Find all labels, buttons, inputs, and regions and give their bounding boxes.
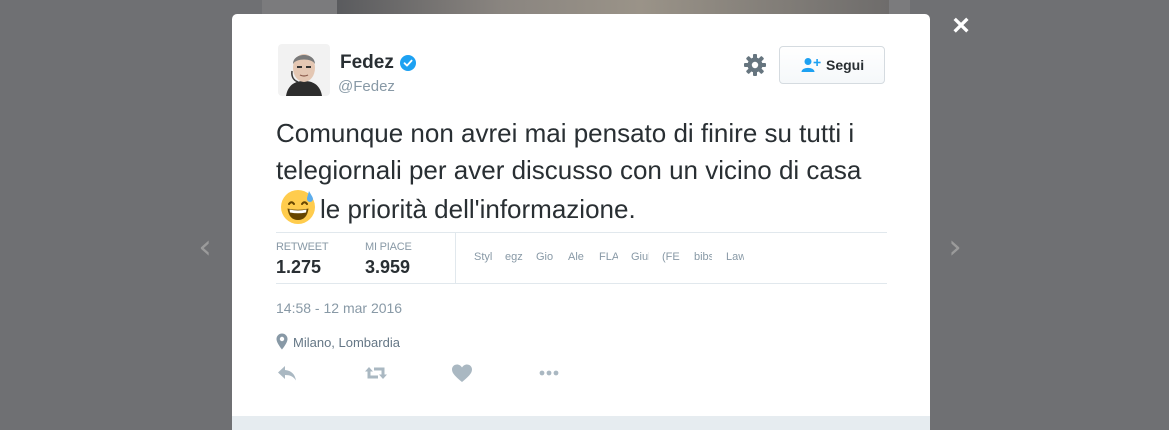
chevron-left-icon[interactable]: ‹ [194,229,216,265]
stats-divider-vertical [455,233,456,283]
liker-item[interactable]: Ale [568,251,586,263]
retweet-stat-count[interactable]: 1.275 [276,257,321,278]
tweet-modal: Fedez @Fedez Segui Comunque non avrei ma… [232,14,930,430]
follow-button[interactable]: Segui [779,46,885,84]
close-icon[interactable]: × [947,11,975,41]
stats-divider-bottom [276,283,887,284]
liker-item[interactable]: Styl [474,251,492,263]
liker-item[interactable]: Giul [631,251,649,263]
heart-icon[interactable] [450,362,474,384]
user-name[interactable]: Fedez [340,52,394,74]
likers-list: Styl egz Gio Ale FLA Giul (FE bibs Law [474,251,884,267]
liker-item[interactable]: Gio [536,251,554,263]
tweet-location[interactable]: Milano, Lombardia [293,335,400,350]
likes-stat-label[interactable]: MI PIACE [365,241,412,253]
retweet-stat-label[interactable]: RETWEET [276,241,329,253]
chevron-right-icon[interactable]: › [944,229,966,265]
retweet-icon[interactable] [364,362,388,384]
gear-icon[interactable] [743,53,767,77]
likes-stat-count[interactable]: 3.959 [365,257,410,278]
reply-icon[interactable] [275,362,299,384]
grinning-face-with-sweat-emoji [281,190,315,224]
more-icon[interactable] [537,362,561,384]
tweet-text-part-1: Comunque non avrei mai pensato di finire… [276,118,862,185]
liker-item[interactable]: FLA [599,251,618,263]
tweet-text: Comunque non avrei mai pensato di finire… [276,115,876,228]
liker-item[interactable]: egz [505,251,523,263]
tweet-timestamp[interactable]: 14:58 - 12 mar 2016 [276,300,402,316]
tweet-text-part-2: le priorità dell'informazione. [320,194,636,224]
user-handle[interactable]: @Fedez [338,78,395,95]
add-user-icon [801,58,821,72]
stats-divider-top [276,232,887,233]
location-pin-icon [276,333,288,350]
modal-footer [232,416,930,430]
background-media-image [337,0,889,14]
avatar[interactable] [278,44,330,96]
liker-item[interactable]: (FE [662,251,680,263]
verified-badge-icon [400,55,416,71]
follow-button-label: Segui [826,57,865,73]
liker-item[interactable]: Law [726,251,744,263]
liker-item[interactable]: bibs [694,251,712,263]
